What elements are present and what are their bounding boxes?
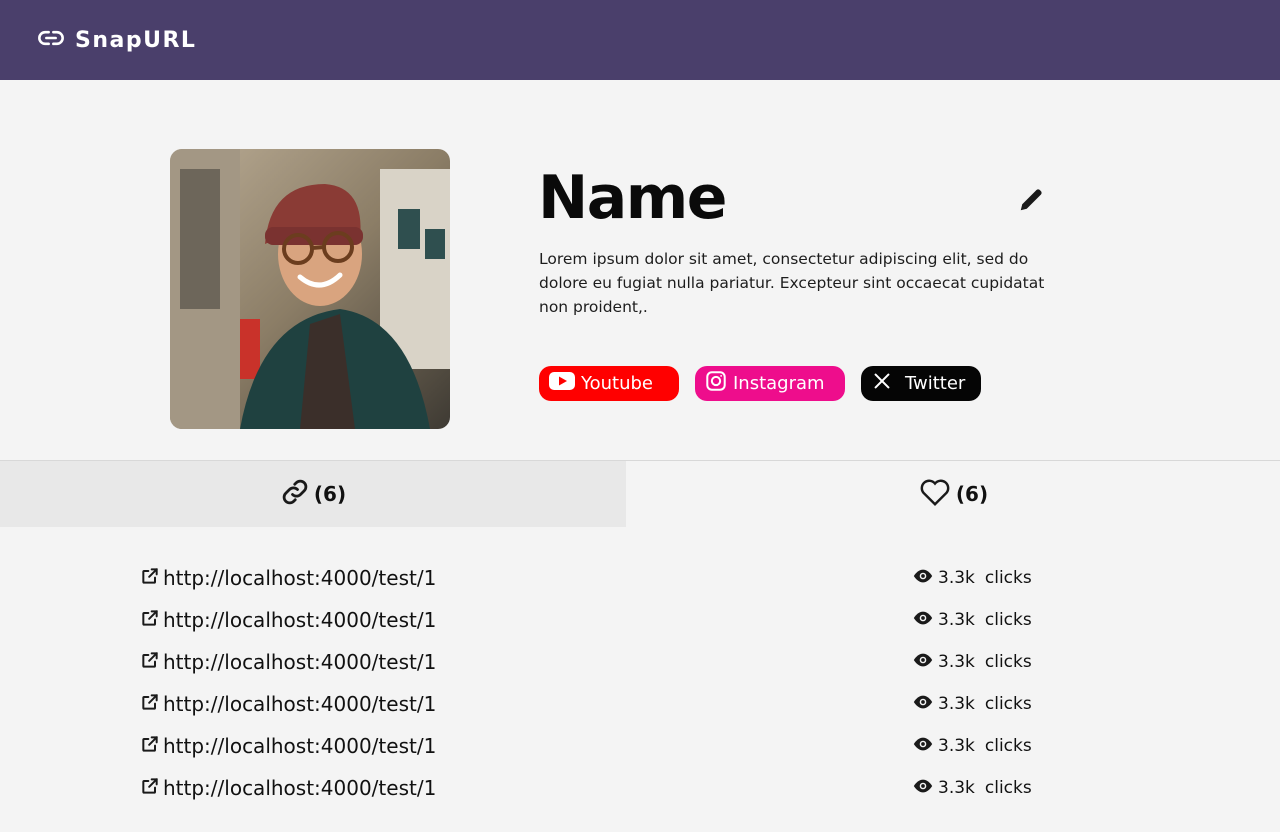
profile-bio: Lorem ipsum dolor sit amet, consectetur … xyxy=(539,250,1045,316)
brand-logo[interactable]: SnapURL xyxy=(37,24,196,56)
link-url-text: http://localhost:4000/test/1 xyxy=(163,692,437,716)
eye-icon xyxy=(912,694,934,715)
link-url[interactable]: http://localhost:4000/test/1 xyxy=(140,692,436,717)
twitter-label: Twitter xyxy=(905,373,966,394)
external-link-icon xyxy=(140,650,160,675)
twitter-link[interactable]: Twitter xyxy=(861,366,981,401)
instagram-link[interactable]: Instagram xyxy=(695,366,845,401)
link-icon xyxy=(280,477,310,512)
external-link-icon xyxy=(140,566,160,591)
eye-icon xyxy=(912,610,934,631)
link-url[interactable]: http://localhost:4000/test/1 xyxy=(140,734,436,759)
youtube-label: Youtube xyxy=(581,373,653,394)
views-count: 3.3k xyxy=(938,610,975,630)
youtube-link[interactable]: Youtube xyxy=(539,366,679,401)
link-stats: 3.3k clicks xyxy=(912,778,1032,799)
clicks-label: clicks xyxy=(984,736,1032,756)
link-url-text: http://localhost:4000/test/1 xyxy=(163,608,437,632)
youtube-icon xyxy=(549,371,575,396)
link-url-text: http://localhost:4000/test/1 xyxy=(163,734,437,758)
list-item: http://localhost:4000/test/1 3.3k clicks xyxy=(140,599,1040,641)
clicks-label: clicks xyxy=(984,652,1032,672)
list-item: http://localhost:4000/test/1 3.3k clicks xyxy=(140,767,1040,809)
eye-icon xyxy=(912,568,934,589)
pencil-icon xyxy=(1017,184,1047,218)
link-stats: 3.3k clicks xyxy=(912,736,1032,757)
clicks-label: clicks xyxy=(984,778,1032,798)
link-icon xyxy=(37,24,65,56)
clicks-label: clicks xyxy=(984,694,1032,714)
link-url[interactable]: http://localhost:4000/test/1 xyxy=(140,566,436,591)
list-item: http://localhost:4000/test/1 3.3k clicks xyxy=(140,557,1040,599)
eye-icon xyxy=(912,652,934,673)
link-url[interactable]: http://localhost:4000/test/1 xyxy=(140,608,436,633)
links-count: (6) xyxy=(313,482,347,506)
brand-name: SnapURL xyxy=(75,27,197,53)
link-url-text: http://localhost:4000/test/1 xyxy=(163,650,437,674)
likes-count: (6) xyxy=(955,482,989,506)
top-nav-bar: SnapURL xyxy=(0,0,1280,80)
instagram-icon xyxy=(705,370,727,397)
link-url-text: http://localhost:4000/test/1 xyxy=(163,566,437,590)
clicks-label: clicks xyxy=(984,568,1032,588)
x-twitter-icon xyxy=(871,370,893,397)
external-link-icon xyxy=(140,692,160,717)
link-url[interactable]: http://localhost:4000/test/1 xyxy=(140,776,436,801)
views-count: 3.3k xyxy=(938,694,975,714)
list-item: http://localhost:4000/test/1 3.3k clicks xyxy=(140,641,1040,683)
views-count: 3.3k xyxy=(938,736,975,756)
link-stats: 3.3k clicks xyxy=(912,568,1032,589)
link-stats: 3.3k clicks xyxy=(912,652,1032,673)
profile-name: Name xyxy=(538,163,727,233)
views-count: 3.3k xyxy=(938,568,975,588)
eye-icon xyxy=(912,778,934,799)
tab-links[interactable]: (6) xyxy=(0,461,626,527)
tab-likes[interactable]: (6) xyxy=(626,461,1280,527)
external-link-icon xyxy=(140,734,160,759)
edit-profile-button[interactable] xyxy=(1014,183,1050,219)
eye-icon xyxy=(912,736,934,757)
instagram-label: Instagram xyxy=(733,373,825,394)
views-count: 3.3k xyxy=(938,652,975,672)
link-url[interactable]: http://localhost:4000/test/1 xyxy=(140,650,436,675)
links-list: http://localhost:4000/test/1 3.3k clicks… xyxy=(140,557,1040,809)
heart-icon xyxy=(918,477,952,512)
list-item: http://localhost:4000/test/1 3.3k clicks xyxy=(140,683,1040,725)
link-stats: 3.3k clicks xyxy=(912,694,1032,715)
external-link-icon xyxy=(140,608,160,633)
profile-tabs: (6) (6) xyxy=(0,460,1280,527)
views-count: 3.3k xyxy=(938,778,975,798)
link-stats: 3.3k clicks xyxy=(912,610,1032,631)
clicks-label: clicks xyxy=(984,610,1032,630)
social-links: Youtube Instagram Twitter xyxy=(539,366,981,401)
profile-photo xyxy=(170,149,450,429)
external-link-icon xyxy=(140,776,160,801)
link-url-text: http://localhost:4000/test/1 xyxy=(163,776,437,800)
list-item: http://localhost:4000/test/1 3.3k clicks xyxy=(140,725,1040,767)
